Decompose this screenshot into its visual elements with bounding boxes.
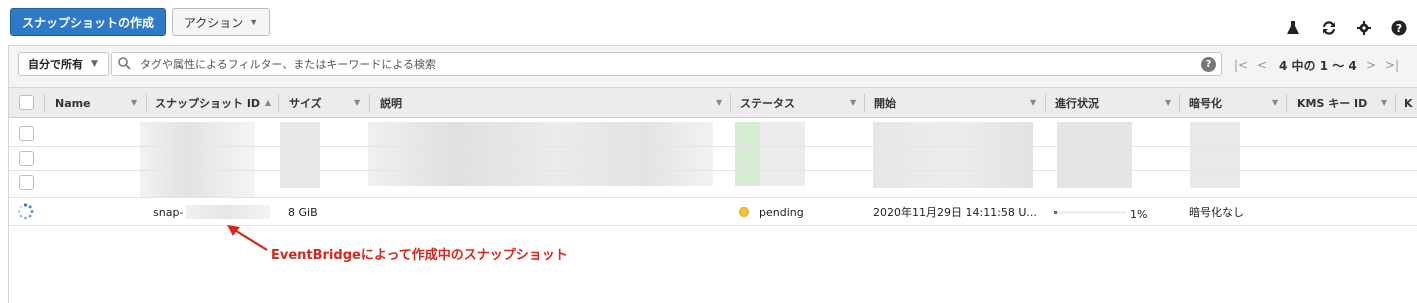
chevron-down-icon[interactable]: ▼ xyxy=(131,98,137,107)
owner-filter-label: 自分で所有 xyxy=(28,58,83,71)
progress-bar-fill xyxy=(1054,211,1057,214)
search-placeholder: タグや属性によるフィルター、またはキーワードによる検索 xyxy=(140,58,437,71)
help-icon[interactable]: ? xyxy=(1390,18,1408,38)
annotation-arrow xyxy=(225,224,271,254)
actions-label: アクション xyxy=(183,15,244,30)
row-divider xyxy=(9,225,1417,226)
refresh-icon[interactable] xyxy=(1319,18,1339,38)
first-page-icon[interactable]: |< xyxy=(1234,58,1248,72)
sort-ascending-icon[interactable]: ▲ xyxy=(265,98,271,107)
redacted-encryption-cells xyxy=(1190,122,1240,188)
row-checkbox[interactable] xyxy=(19,126,34,141)
pagination-text: 4 中の 1 〜 4 xyxy=(1279,59,1357,73)
chevron-down-icon[interactable]: ▼ xyxy=(1030,98,1036,107)
column-header-status[interactable]: ステータス xyxy=(740,88,795,118)
loading-spinner-icon xyxy=(17,203,34,220)
start-time-cell: 2020年11月29日 14:11:58 U... xyxy=(873,206,1037,219)
create-snapshot-button[interactable]: スナップショットの作成 xyxy=(10,8,166,36)
flask-icon[interactable] xyxy=(1285,18,1301,38)
column-divider xyxy=(730,94,731,112)
column-header-truncated[interactable]: K xyxy=(1404,88,1413,118)
snapshot-id-cell[interactable]: snap- xyxy=(153,204,183,220)
chevron-down-icon: ▼ xyxy=(91,59,98,69)
progress-bar xyxy=(1054,211,1126,214)
column-header-encryption[interactable]: 暗号化 xyxy=(1189,88,1222,118)
prev-page-icon[interactable]: < xyxy=(1257,58,1267,72)
row-checkbox[interactable] xyxy=(19,151,34,166)
column-header-snapshot-id[interactable]: スナップショット ID xyxy=(155,88,260,118)
redacted-progress-cells xyxy=(1057,122,1132,188)
actions-dropdown-button[interactable]: アクション ▼ xyxy=(172,8,270,36)
redacted-description-cells xyxy=(368,122,713,186)
annotation-label: EventBridgeによって作成中のスナップショット xyxy=(271,248,568,263)
chevron-down-icon[interactable]: ▼ xyxy=(354,98,360,107)
column-header-size[interactable]: サイズ xyxy=(289,88,322,118)
last-page-icon[interactable]: >| xyxy=(1385,58,1399,72)
chevron-down-icon[interactable]: ▼ xyxy=(1165,98,1171,107)
column-divider xyxy=(1395,94,1396,112)
encryption-cell: 暗号化なし xyxy=(1189,206,1244,219)
svg-text:?: ? xyxy=(1396,22,1402,35)
gear-icon[interactable] xyxy=(1356,18,1372,38)
redacted-status-cells xyxy=(735,122,760,186)
column-header-start[interactable]: 開始 xyxy=(874,88,896,118)
status-cell: pending xyxy=(759,205,804,219)
column-divider xyxy=(146,94,147,112)
chevron-down-icon[interactable]: ▼ xyxy=(1272,98,1278,107)
chevron-down-icon: ▼ xyxy=(249,17,259,27)
column-header-name[interactable]: Name xyxy=(55,88,91,118)
row-checkbox[interactable] xyxy=(19,175,34,190)
chevron-down-icon[interactable]: ▼ xyxy=(716,98,722,107)
redacted-snapshot-id xyxy=(186,205,270,219)
row-divider xyxy=(9,146,1417,147)
row-divider xyxy=(9,197,1417,198)
redacted-size-cells xyxy=(280,122,320,188)
size-cell: 8 GiB xyxy=(288,205,318,219)
chevron-down-icon[interactable]: ▼ xyxy=(850,98,856,107)
search-help-icon[interactable]: ? xyxy=(1201,57,1216,72)
redacted-start-cells xyxy=(873,122,1033,188)
search-icon xyxy=(118,57,132,71)
column-divider xyxy=(1286,94,1287,112)
column-divider xyxy=(1045,94,1046,112)
column-divider xyxy=(369,94,370,112)
column-header-description[interactable]: 説明 xyxy=(380,88,402,118)
column-header-kms-key-id[interactable]: KMS キー ID xyxy=(1297,88,1367,118)
search-input[interactable]: タグや属性によるフィルター、またはキーワードによる検索 xyxy=(111,52,1222,76)
select-all-checkbox[interactable] xyxy=(19,95,34,110)
redacted-id-cells xyxy=(140,122,255,198)
chevron-down-icon[interactable]: ▼ xyxy=(1381,98,1387,107)
progress-percent: 1% xyxy=(1130,207,1148,221)
row-divider xyxy=(9,170,1417,171)
column-divider xyxy=(1179,94,1180,112)
column-divider xyxy=(278,94,279,112)
owner-filter-select[interactable]: 自分で所有 ▼ xyxy=(18,52,109,76)
status-pending-icon xyxy=(739,207,749,217)
column-divider xyxy=(864,94,865,112)
column-header-progress[interactable]: 進行状況 xyxy=(1055,88,1099,118)
column-divider xyxy=(44,94,45,112)
next-page-icon[interactable]: > xyxy=(1366,58,1376,72)
redacted-status-text xyxy=(760,122,805,186)
